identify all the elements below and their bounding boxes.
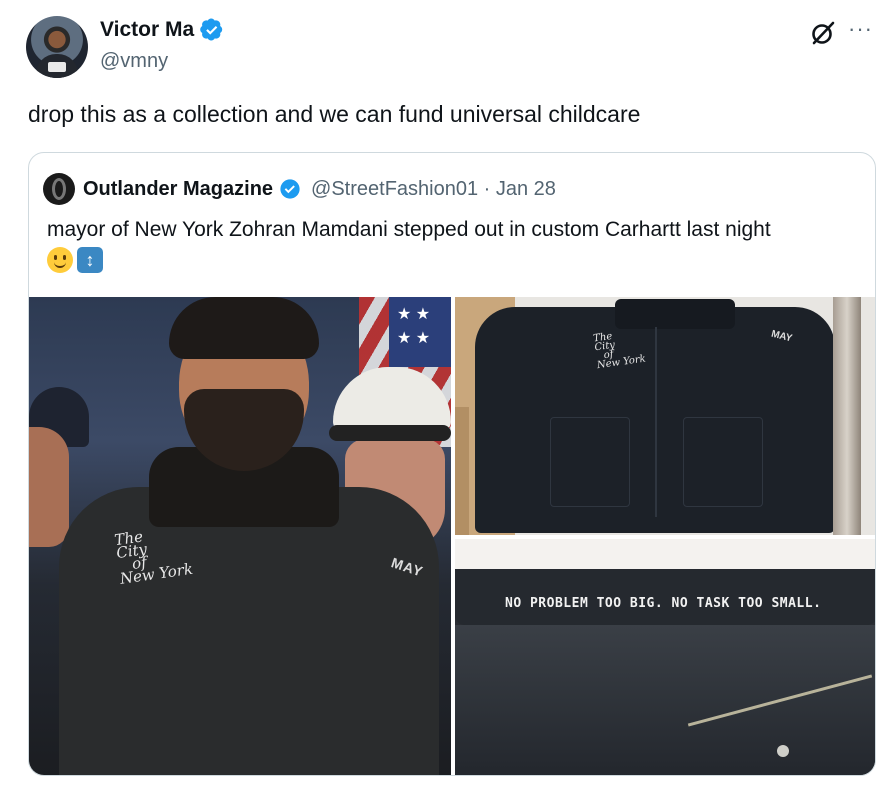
mayor-hair (169, 297, 319, 359)
cardboard-box-side (455, 407, 469, 535)
photo-jacket-flatlay[interactable]: The City of New York MAY (455, 297, 875, 535)
tweet-text: drop this as a collection and we can fun… (28, 101, 641, 127)
quoted-author-name[interactable]: Outlander Magazine (83, 178, 273, 201)
author-avatar[interactable] (26, 16, 88, 78)
flatlay-pocket-right (683, 417, 763, 507)
photo-mayor-in-jacket[interactable]: The City of New York MAY (29, 297, 451, 775)
waistband-text: NO PROBLEM TOO BIG. NO TASK TOO SMALL. (505, 596, 822, 611)
media-grid: The City of New York MAY The City of New… (29, 297, 875, 775)
flag-stars (389, 297, 451, 367)
up-down-arrow-icon: ↕ (77, 247, 103, 273)
avatar-race-bib (48, 62, 66, 72)
firefighter-hat-brim (329, 425, 451, 441)
author-name-row: Victor Ma (100, 18, 224, 42)
avatar-logo-ring (52, 178, 66, 200)
wooden-stick (833, 297, 861, 535)
author-handle[interactable]: @vmny (100, 50, 168, 73)
jacket-interior (455, 625, 875, 775)
emoji-row: ↕ (47, 247, 103, 273)
flatlay-pocket-left (550, 417, 630, 507)
jacket-chest-text: The City of New York (113, 527, 195, 588)
flatlay-jacket-placket (655, 327, 657, 517)
flatlay-chest-text: The City of New York (592, 330, 647, 372)
verified-badge-icon (200, 18, 223, 41)
quoted-tweet-meta: @StreetFashion01 · Jan 28 (311, 177, 556, 200)
photo-jacket-waistband[interactable]: NO PROBLEM TOO BIG. NO TASK TOO SMALL. (455, 539, 875, 775)
jacket-snap (777, 745, 789, 757)
quoted-tweet[interactable]: Outlander Magazine @StreetFashion01 · Ja… (28, 152, 876, 776)
flatlay-jacket-collar (615, 299, 735, 329)
verified-badge-icon (280, 179, 300, 199)
quoted-tweet-header: Outlander Magazine @StreetFashion01 · Ja… (43, 173, 556, 205)
quoted-tweet-text: mayor of New York Zohran Mamdani stepped… (47, 218, 771, 241)
grok-icon[interactable] (810, 20, 836, 46)
author-name[interactable]: Victor Ma (100, 18, 194, 42)
background-person-face (29, 427, 69, 547)
slightly-smiling-face-icon (47, 247, 73, 273)
quoted-author-avatar[interactable] (43, 173, 75, 205)
more-options-icon[interactable]: ··· (848, 16, 873, 42)
